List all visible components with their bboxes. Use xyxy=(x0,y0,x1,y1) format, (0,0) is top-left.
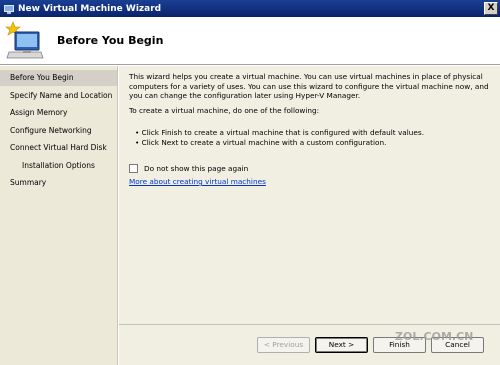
sidebar-item-specify-name[interactable]: Specify Name and Location xyxy=(0,88,117,104)
wizard-header: Before You Begin xyxy=(0,17,500,65)
previous-button[interactable]: < Previous xyxy=(257,337,310,353)
sidebar-item-installation-options[interactable]: Installation Options xyxy=(0,158,117,174)
wizard-content: This wizard helps you create a virtual m… xyxy=(119,66,500,324)
window-title: New Virtual Machine Wizard xyxy=(18,3,162,14)
sidebar-item-assign-memory[interactable]: Assign Memory xyxy=(0,105,117,121)
options-list: Click Finish to create a virtual machine… xyxy=(135,128,490,147)
to-create-text: To create a virtual machine, do one of t… xyxy=(129,106,320,115)
more-info-link[interactable]: More about creating virtual machines xyxy=(129,177,266,186)
sidebar-item-before-you-begin[interactable]: Before You Begin xyxy=(0,70,117,86)
title-bar: New Virtual Machine Wizard X xyxy=(0,0,500,17)
do-not-show-checkbox[interactable] xyxy=(129,164,138,173)
sidebar-item-summary[interactable]: Summary xyxy=(0,175,117,191)
watermark-text: ZOL.COM.CN xyxy=(395,330,474,343)
app-icon xyxy=(3,3,15,15)
do-not-show-row[interactable]: Do not show this page again xyxy=(129,164,248,173)
list-item: Click Next to create a virtual machine w… xyxy=(135,138,490,148)
computer-new-icon xyxy=(5,21,44,59)
sidebar-item-configure-networking[interactable]: Configure Networking xyxy=(0,123,117,139)
do-not-show-label[interactable]: Do not show this page again xyxy=(144,164,248,173)
intro-text: This wizard helps you create a virtual m… xyxy=(129,72,489,100)
close-button[interactable]: X xyxy=(484,2,498,15)
wizard-steps-sidebar: Before You Begin Specify Name and Locati… xyxy=(0,66,118,365)
next-button[interactable]: Next > xyxy=(315,337,368,353)
sidebar-item-connect-vhd[interactable]: Connect Virtual Hard Disk xyxy=(0,140,117,156)
list-item: Click Finish to create a virtual machine… xyxy=(135,128,490,138)
page-title: Before You Begin xyxy=(57,34,164,47)
watermark: ZOL.COM.CN xyxy=(395,330,495,360)
